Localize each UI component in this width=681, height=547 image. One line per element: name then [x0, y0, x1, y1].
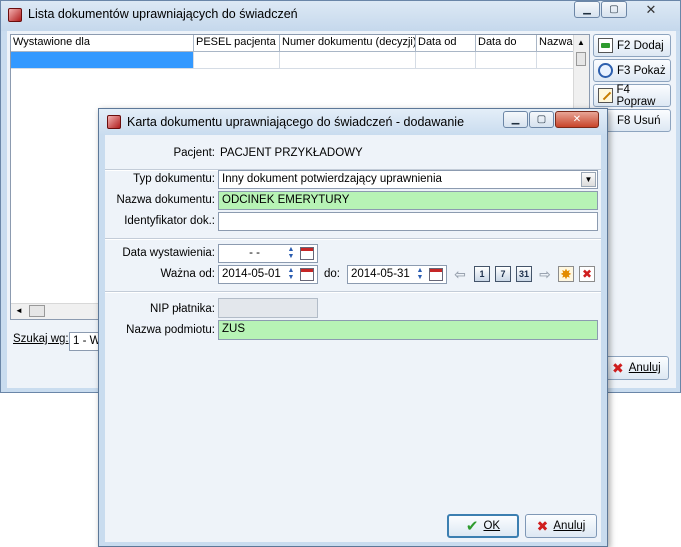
- app-icon: [8, 8, 22, 22]
- ok-label: OK: [483, 520, 501, 532]
- edit-button[interactable]: F4 Popraw: [593, 83, 671, 108]
- table-header: Wystawione dla PESEL pacjenta Numer doku…: [11, 35, 589, 52]
- view-button[interactable]: F3 Pokaż: [593, 59, 671, 82]
- minimize-button[interactable]: ▁: [574, 1, 600, 18]
- table-cell[interactable]: [194, 52, 280, 69]
- seven-days-button[interactable]: 7: [495, 266, 511, 282]
- patient-value: PACJENT PRZYKŁADOWY: [220, 147, 363, 159]
- dialog-title: Karta dokumentu uprawniającego do świadc…: [127, 115, 465, 129]
- cancel-x-icon: ✖: [612, 360, 624, 376]
- valid-to-spinner[interactable]: ▲ ▼: [415, 267, 425, 282]
- entity-label: Nazwa podmiotu:: [126, 324, 215, 336]
- patient-label: Pacjent:: [173, 147, 215, 159]
- table-cell[interactable]: [537, 52, 575, 69]
- scroll-thumb[interactable]: [576, 52, 586, 66]
- column-header[interactable]: PESEL pacjenta: [194, 35, 280, 52]
- edit-button-label: F4 Popraw: [616, 83, 656, 108]
- delete-button-label: F8 Usuń: [617, 114, 661, 127]
- month-button[interactable]: 31: [516, 266, 532, 282]
- table-cell[interactable]: [476, 52, 537, 69]
- valid-from-spinner[interactable]: ▲ ▼: [286, 267, 296, 282]
- valid-from-label: Ważna od:: [160, 268, 215, 280]
- table-cell[interactable]: [11, 52, 194, 69]
- doc-id-input[interactable]: [218, 212, 598, 231]
- nip-input: [218, 298, 318, 318]
- doc-type-label: Typ dokumentu:: [133, 173, 215, 185]
- maximize-button[interactable]: ▢: [601, 1, 627, 18]
- ok-button[interactable]: ✔ OK: [447, 514, 519, 538]
- column-header[interactable]: Numer dokumentu (decyzji): [280, 35, 416, 52]
- table-cell[interactable]: [416, 52, 476, 69]
- issue-date-spinner[interactable]: ▲ ▼: [286, 246, 296, 261]
- cancel-label: Anuluj: [553, 520, 586, 532]
- doc-type-value: Inny dokument potwierdzający uprawnienia: [222, 173, 442, 185]
- clear-dates-icon[interactable]: ✖: [579, 266, 595, 282]
- title-bar[interactable]: Lista dokumentów uprawniających do świad…: [1, 1, 680, 31]
- magnifier-icon: [598, 63, 613, 78]
- arrow-right-icon[interactable]: ⇨: [537, 266, 553, 282]
- calendar-icon[interactable]: [300, 247, 314, 260]
- doc-id-label: Identyfikator dok.:: [124, 215, 215, 227]
- list-cancel-button[interactable]: ✖ Anuluj: [605, 356, 669, 380]
- view-button-label: F3 Pokaż: [617, 64, 666, 77]
- maximize-button[interactable]: ▢: [529, 111, 554, 128]
- list-cancel-label: Anuluj: [628, 362, 661, 374]
- edit-icon: [598, 88, 613, 103]
- doc-name-input[interactable]: ODCINEK EMERYTURY: [218, 191, 598, 210]
- column-header[interactable]: Wystawione dla: [11, 35, 194, 52]
- valid-to-label: do:: [324, 268, 340, 280]
- one-day-button[interactable]: 1: [474, 266, 490, 282]
- document-card-dialog: Karta dokumentu uprawniającego do świadc…: [98, 108, 608, 547]
- add-icon: [598, 38, 613, 53]
- column-header[interactable]: Data od: [416, 35, 476, 52]
- table-cell[interactable]: [280, 52, 416, 69]
- scroll-left-icon[interactable]: ◄: [15, 306, 23, 315]
- add-button-label: F2 Dodaj: [617, 39, 664, 52]
- doc-name-label: Nazwa dokumentu:: [116, 194, 215, 206]
- chevron-down-icon[interactable]: ▼: [581, 172, 596, 187]
- checkmark-icon: ✔: [465, 517, 479, 535]
- calendar-icon[interactable]: [429, 268, 443, 281]
- entity-input[interactable]: ZUS: [218, 320, 598, 340]
- close-button[interactable]: ✕: [555, 111, 599, 128]
- cancel-button[interactable]: ✖ Anuluj: [525, 514, 597, 538]
- scroll-up-icon[interactable]: ▲: [577, 38, 585, 47]
- dialog-title-bar[interactable]: Karta dokumentu uprawniającego do świadc…: [99, 109, 607, 135]
- calendar-icon[interactable]: [300, 268, 314, 281]
- separator: [105, 238, 601, 240]
- doc-type-select[interactable]: Inny dokument potwierdzający uprawnienia…: [218, 170, 598, 189]
- nip-label: NIP płatnika:: [150, 303, 215, 315]
- minimize-button[interactable]: ▁: [503, 111, 528, 128]
- app-icon: [107, 115, 121, 129]
- arrow-left-icon[interactable]: ⇦: [452, 266, 468, 282]
- dialog-client-area: Pacjent: PACJENT PRZYKŁADOWY Typ dokumen…: [105, 135, 601, 542]
- search-label: Szukaj wg:: [13, 333, 69, 345]
- add-button[interactable]: F2 Dodaj: [593, 34, 671, 57]
- cancel-x-icon: ✖: [536, 518, 549, 534]
- close-button[interactable]: ✕: [628, 1, 674, 18]
- window-title: Lista dokumentów uprawniających do świad…: [28, 7, 298, 21]
- issue-date-label: Data wystawienia:: [122, 247, 215, 259]
- new-date-icon[interactable]: ✸: [558, 266, 574, 282]
- column-header[interactable]: Data do: [476, 35, 537, 52]
- table-row[interactable]: [11, 52, 575, 69]
- column-header[interactable]: Nazwa: [537, 35, 575, 52]
- scroll-thumb[interactable]: [29, 305, 45, 317]
- separator: [105, 291, 601, 293]
